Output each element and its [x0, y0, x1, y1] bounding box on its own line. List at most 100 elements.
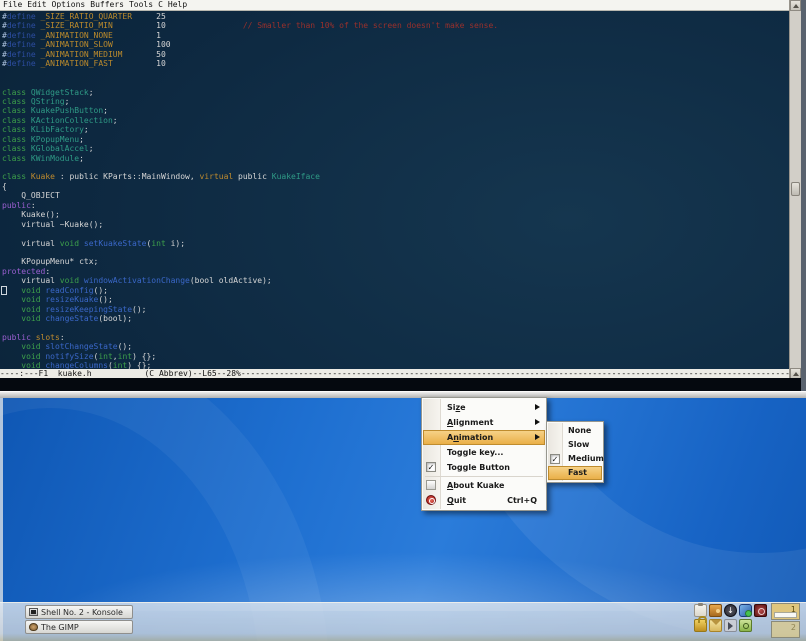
code-line [2, 248, 498, 257]
menu-item-animation[interactable]: Animation [423, 430, 545, 445]
emacs-menu-buffers[interactable]: Buffers [90, 0, 124, 9]
menu-separator [425, 476, 543, 477]
emacs-menu-options[interactable]: Options [52, 0, 86, 9]
menu-item-label: About Kuake [447, 481, 504, 490]
code-line: void resizeKuake(); [2, 295, 498, 304]
code-line: void readConfig(); [2, 286, 498, 295]
gimp-icon [29, 623, 38, 631]
menu-item-label: Quit [447, 496, 466, 505]
task-list: Shell No. 2 - Konsole The GIMP [25, 605, 133, 635]
menu-item-label: Animation [447, 433, 493, 442]
emacs-menu-file[interactable]: File [3, 0, 22, 9]
code-line: virtual void windowActivationChange(bool… [2, 276, 498, 285]
code-line [2, 163, 498, 172]
kmail-icon[interactable] [709, 619, 722, 632]
desktop-screen: File Edit Options Buffers Tools C Help #define… [0, 0, 806, 641]
code-line: #define _ANIMATION_MEDIUM 50 [2, 50, 498, 59]
code-line: void changeColumns(int) {}; [2, 361, 498, 369]
pager-desktop-1[interactable]: 1 [771, 603, 800, 620]
code-line: protected: [2, 267, 498, 276]
window-border [801, 0, 806, 398]
emacs-menu-tools[interactable]: Tools [129, 0, 153, 9]
scrollbar-thumb[interactable] [791, 182, 800, 196]
kopete-icon[interactable] [739, 604, 752, 617]
code-line: public slots: [2, 333, 498, 342]
menu-item-label: Size [447, 403, 466, 412]
code-line [2, 323, 498, 332]
kmix-icon[interactable] [724, 619, 737, 632]
about-kuake-icon [426, 480, 436, 490]
menu-item-alignment[interactable]: Alignment [423, 415, 545, 430]
code-line: void changeState(bool); [2, 314, 498, 323]
menu-item-label: Fast [568, 468, 587, 477]
menu-item-medium[interactable]: ✓ Medium [548, 452, 602, 466]
code-line: void slotChangeState(); [2, 342, 498, 351]
window-bottom-frame [0, 391, 806, 398]
menu-item-label: Medium [568, 454, 604, 463]
menu-item-none[interactable]: None [548, 424, 602, 438]
emacs-cursor [1, 286, 7, 295]
menu-item-label: Alignment [447, 418, 493, 427]
scroll-up-icon[interactable] [790, 0, 801, 11]
menu-item-fast[interactable]: Fast [548, 466, 602, 480]
wallpaper-light-band [0, 511, 806, 611]
checkmark-icon: ✓ [550, 454, 560, 464]
code-line: #define _SIZE_RATIO_MIN 10 // Smaller th… [2, 21, 498, 30]
task-button-label: The GIMP [41, 623, 79, 632]
kgpg-icon[interactable] [739, 619, 752, 632]
emacs-minibuffer[interactable] [0, 378, 801, 391]
code-line: #define _ANIMATION_NONE 1 [2, 31, 498, 40]
checkmark-icon: ✓ [426, 462, 436, 472]
code-line [2, 229, 498, 238]
kwallet-icon[interactable] [709, 604, 722, 617]
konsole-icon [29, 608, 38, 616]
emacs-menu-c[interactable]: C [158, 0, 163, 9]
code-line: class KPopupMenu; [2, 135, 498, 144]
pager-desktop-2[interactable]: 2 [771, 621, 800, 638]
code-line: class KGlobalAccel; [2, 144, 498, 153]
code-line: Q_OBJECT [2, 191, 498, 200]
menu-item-size[interactable]: Size [423, 400, 545, 415]
code-text: #define _SIZE_RATIO_QUARTER 25#define _S… [2, 12, 498, 369]
menu-item-label: Slow [568, 440, 589, 449]
emacs-buffer[interactable]: #define _SIZE_RATIO_QUARTER 25#define _S… [0, 11, 789, 369]
code-line: class QWidgetStack; [2, 88, 498, 97]
emacs-scrollbar[interactable] [789, 0, 801, 391]
code-line: { [2, 182, 498, 191]
lock-icon[interactable] [694, 619, 707, 632]
menu-item-slow[interactable]: Slow [548, 438, 602, 452]
menu-item-label: Toggle Button [447, 463, 510, 472]
menu-item-toggle-button[interactable]: ✓ Toggle Button [423, 460, 545, 475]
code-line: void resizeKeepingState(); [2, 305, 498, 314]
code-line [2, 78, 498, 87]
menu-shortcut: Ctrl+Q [507, 493, 537, 508]
kget-icon[interactable] [724, 604, 737, 617]
menu-item-label: Toggle key... [447, 448, 503, 457]
menu-item-quit[interactable]: Quit Ctrl+Q [423, 493, 545, 508]
menu-item-label: None [568, 426, 591, 435]
emacs-menu-edit[interactable]: Edit [27, 0, 46, 9]
tray-row [694, 619, 767, 632]
code-line: public: [2, 201, 498, 210]
code-line: class KActionCollection; [2, 116, 498, 125]
emacs-menu-help[interactable]: Help [168, 0, 187, 9]
code-line: #define _ANIMATION_FAST 10 [2, 59, 498, 68]
code-line: class QString; [2, 97, 498, 106]
code-line: class KuakePushButton; [2, 106, 498, 115]
code-line: class KLibFactory; [2, 125, 498, 134]
menu-item-about-kuake[interactable]: About Kuake [423, 478, 545, 493]
code-line: #define _ANIMATION_SLOW 100 [2, 40, 498, 49]
taskbar-panel: Shell No. 2 - Konsole The GIMP 12 [0, 602, 806, 641]
code-line: Kuake(); [2, 210, 498, 219]
code-line: virtual void setKuakeState(int i); [2, 239, 498, 248]
kuake-context-menu: Size Alignment Animation Toggle key... ✓ Togg… [421, 397, 547, 511]
code-line: class Kuake : public KParts::MainWindow,… [2, 172, 498, 181]
task-button-the-gimp[interactable]: The GIMP [25, 620, 133, 634]
red-app-icon[interactable] [754, 604, 767, 617]
desktop-pager: 12 [771, 603, 800, 638]
task-button-shell-no-2-konsole[interactable]: Shell No. 2 - Konsole [25, 605, 133, 619]
menu-item-toggle-key[interactable]: Toggle key... [423, 445, 545, 460]
submenu-arrow-icon [535, 419, 540, 425]
tray-row [694, 604, 767, 617]
code-line: virtual ~Kuake(); [2, 220, 498, 229]
